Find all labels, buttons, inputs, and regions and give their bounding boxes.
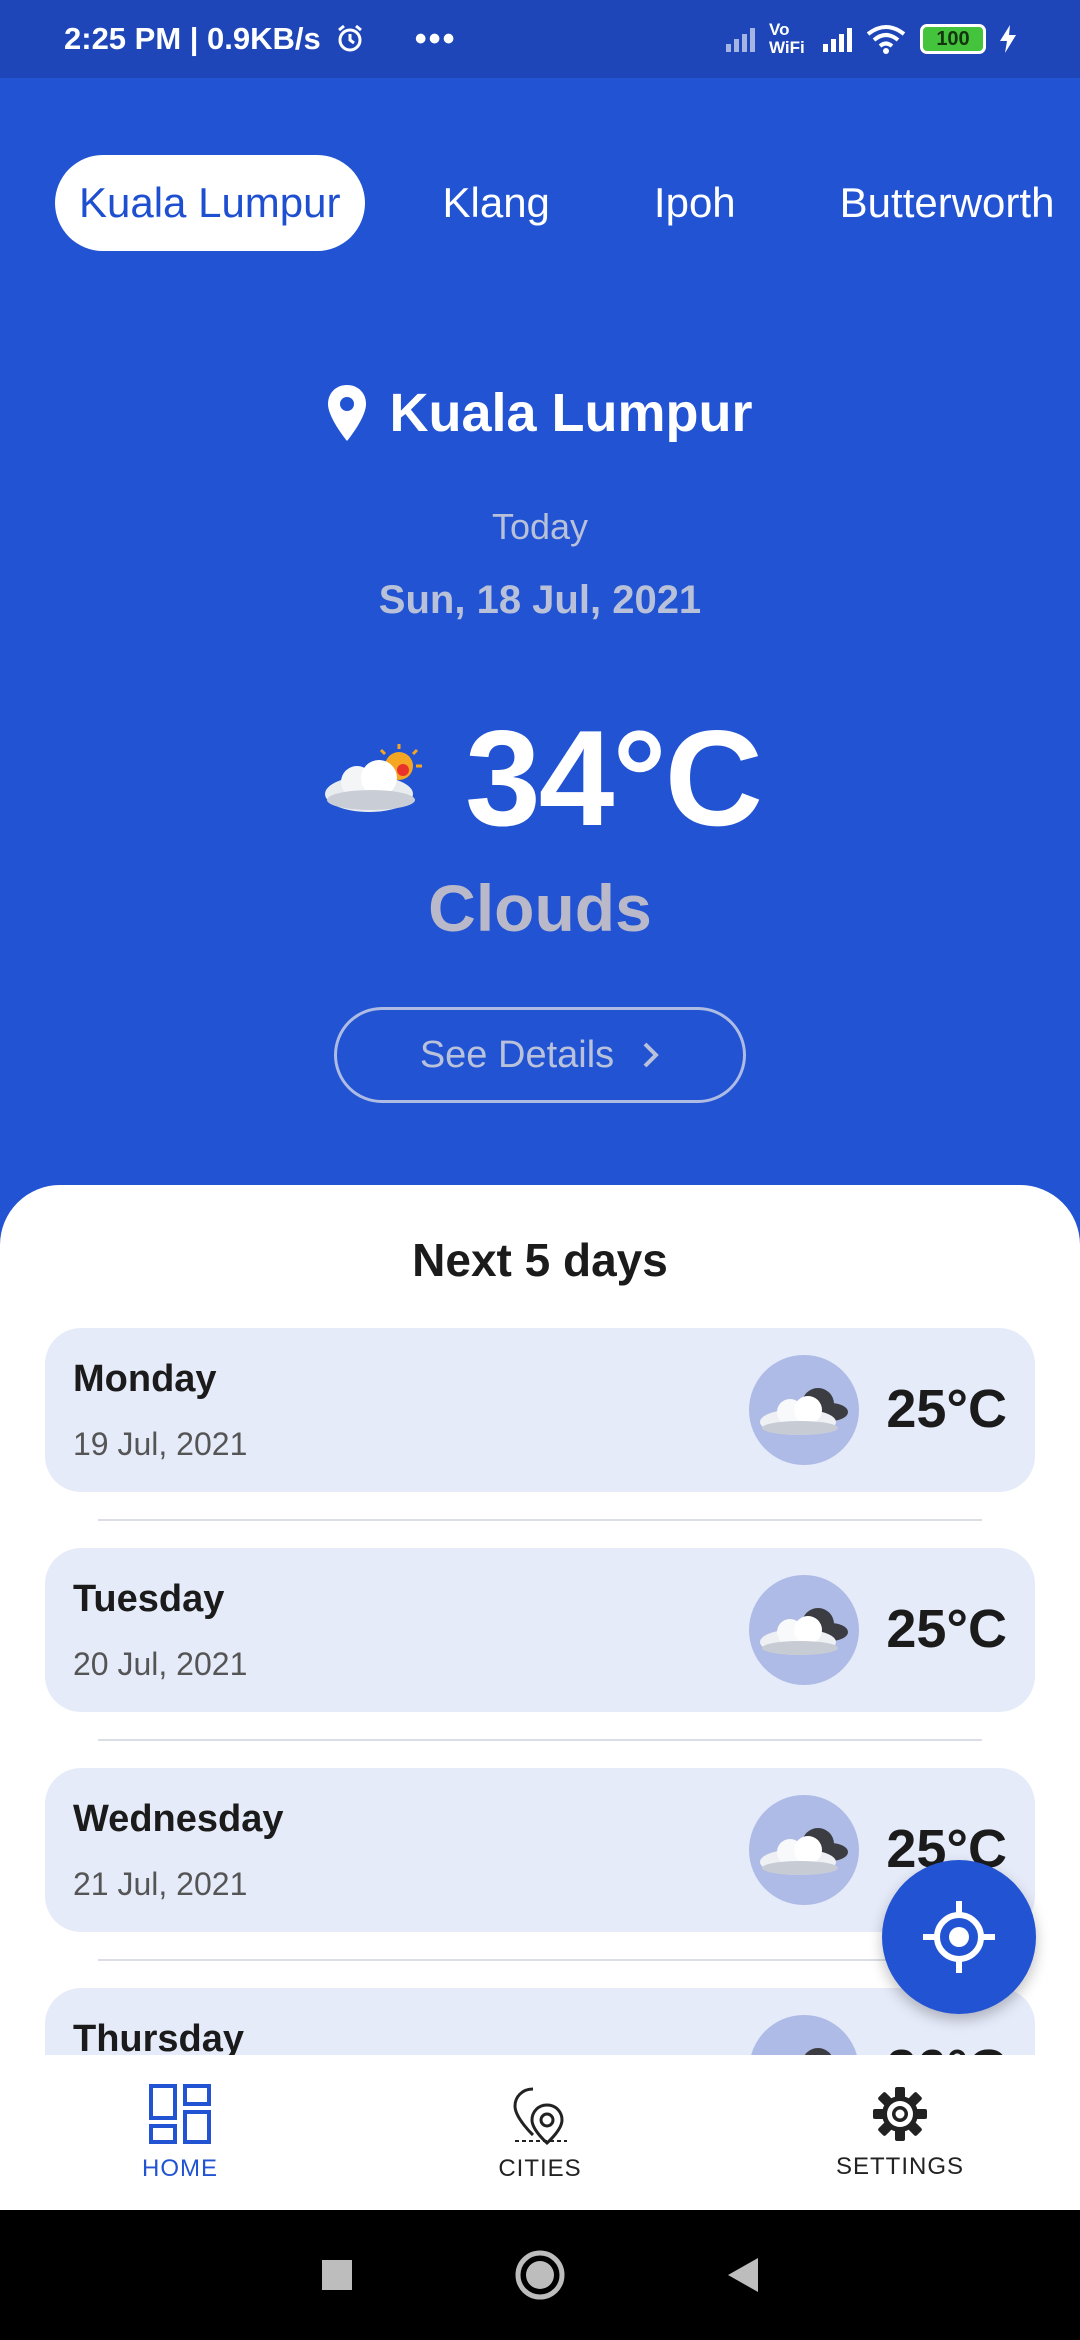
gear-icon	[873, 2086, 927, 2141]
weather-condition: Clouds	[428, 871, 652, 945]
forecast-date: 20 Jul, 2021	[73, 1646, 248, 1682]
forecast-card-wednesday[interactable]: Wednesday 21 Jul, 2021 25°C	[45, 1768, 1035, 1932]
see-details-button[interactable]: See Details	[334, 1007, 746, 1103]
charging-icon	[1000, 25, 1016, 53]
day-label: Today	[491, 506, 589, 547]
recent-apps-button[interactable]	[320, 2258, 354, 2292]
forecast-temperature: 25°C	[886, 1599, 1007, 1659]
vowifi-label: Vo WiFi	[769, 20, 805, 57]
current-temperature: 34°C	[465, 702, 763, 854]
alarm-icon	[337, 24, 362, 52]
cloudy-icon	[760, 1608, 848, 1655]
dashboard-icon	[149, 2083, 211, 2144]
forecast-icon-container	[749, 1795, 859, 1905]
current-location: Kuala Lumpur	[0, 382, 1080, 444]
map-pin-icon	[513, 2087, 567, 2145]
forecast-date: 19 Jul, 2021	[73, 1426, 248, 1462]
signal-icon	[823, 26, 852, 52]
forecast-icon-container	[749, 1355, 859, 1465]
forecast-day: Wednesday	[73, 1798, 284, 1840]
temperature-row: 34°C	[0, 700, 1080, 856]
current-city-name: Kuala Lumpur	[389, 383, 753, 443]
forecast-icon-container	[749, 1575, 859, 1685]
forecast-temperature: 25°C	[886, 1379, 1007, 1439]
city-tab-kuala-lumpur[interactable]: Kuala Lumpur	[55, 155, 365, 251]
status-time: 2:25 PM | 0.9KB/s	[64, 21, 321, 56]
more-dots: •••	[414, 19, 457, 58]
cloudy-icon	[760, 1828, 848, 1875]
forecast-day: Monday	[73, 1358, 217, 1400]
see-details-label: See Details	[419, 1033, 615, 1076]
city-tab-klang[interactable]: Klang	[419, 155, 574, 251]
crosshair-icon	[923, 1901, 995, 1973]
nav-home-label: HOME	[142, 2154, 218, 2182]
my-location-button[interactable]	[882, 1860, 1036, 2014]
location-pin-icon	[328, 385, 367, 441]
nav-settings[interactable]: SETTINGS	[720, 2055, 1080, 2210]
circle-icon	[515, 2250, 565, 2300]
nav-home[interactable]: HOME	[0, 2055, 360, 2210]
current-date: Sun, 18 Jul, 2021	[378, 578, 702, 622]
wifi-icon	[866, 25, 906, 54]
back-triangle-icon	[728, 2258, 758, 2292]
nav-settings-label: SETTINGS	[835, 2152, 964, 2180]
back-button[interactable]	[726, 2256, 760, 2294]
divider	[98, 1519, 982, 1521]
cloudy-icon	[760, 1388, 848, 1435]
chevron-right-icon	[643, 1042, 659, 1068]
city-tab-butterworth[interactable]: Butterworth	[816, 155, 1079, 251]
city-tabs: Kuala Lumpur Klang Ipoh Butterworth	[55, 155, 1080, 251]
forecast-title: Next 5 days	[412, 1234, 668, 1286]
nav-cities[interactable]: CITIES	[360, 2055, 720, 2210]
divider	[98, 1739, 982, 1741]
square-icon	[322, 2260, 352, 2290]
forecast-date: 21 Jul, 2021	[73, 1866, 248, 1902]
battery-icon: 100	[920, 24, 986, 54]
forecast-card-tuesday[interactable]: Tuesday 20 Jul, 2021 25°C	[45, 1548, 1035, 1712]
signal-icon	[726, 26, 755, 52]
home-button[interactable]	[514, 2249, 566, 2301]
weather-app-screen: 2:25 PM | 0.9KB/s ••• Vo WiFi 100 Kuala …	[0, 0, 1080, 2340]
forecast-day: Tuesday	[73, 1578, 225, 1620]
status-bar: 2:25 PM | 0.9KB/s ••• Vo WiFi 100	[0, 0, 1080, 78]
partly-cloudy-icon	[325, 744, 423, 812]
city-tab-ipoh[interactable]: Ipoh	[630, 155, 760, 251]
bottom-navigation: HOME CITIES SETTINGS	[0, 2055, 1080, 2210]
system-navigation-bar	[0, 2210, 1080, 2340]
divider	[98, 1959, 982, 1961]
nav-cities-label: CITIES	[498, 2154, 582, 2182]
forecast-card-monday[interactable]: Monday 19 Jul, 2021 25°C	[45, 1328, 1035, 1492]
